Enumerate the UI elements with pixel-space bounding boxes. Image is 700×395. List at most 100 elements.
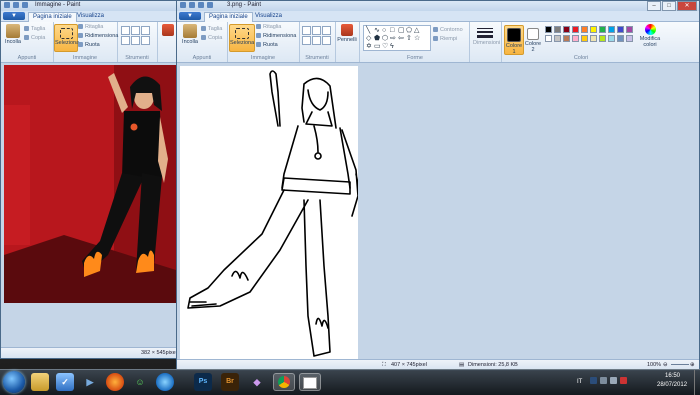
paint-icon[interactable] <box>299 373 321 391</box>
drawing-canvas[interactable] <box>180 66 358 362</box>
cut-button[interactable]: Taglia <box>201 26 222 32</box>
heart-shape-icon[interactable]: ♡ <box>382 43 388 50</box>
rounded-rect-shape-icon[interactable]: ▢ <box>398 27 405 34</box>
color-swatch[interactable] <box>572 35 579 42</box>
brushes-button[interactable]: Pennelli <box>336 24 358 43</box>
star-shape-icon[interactable]: ☆ <box>414 35 420 42</box>
polygon-shape-icon[interactable]: ⬠ <box>406 27 412 34</box>
file-menu-button[interactable]: ▼ <box>3 12 25 20</box>
undo-icon[interactable] <box>198 2 204 8</box>
photoshop-icon[interactable]: Ps <box>194 373 212 391</box>
color2-button[interactable]: Colore 2 <box>524 25 542 53</box>
chrome-icon[interactable] <box>273 373 295 391</box>
curve-shape-icon[interactable]: ∿ <box>374 27 380 34</box>
arrow-right-shape-icon[interactable]: ⇨ <box>390 35 396 42</box>
magnifier-icon[interactable] <box>141 36 150 45</box>
start-button[interactable] <box>3 371 25 393</box>
tab-view[interactable]: Visualizza <box>73 12 108 21</box>
color-swatch[interactable] <box>617 26 624 33</box>
triangle-shape-icon[interactable]: △ <box>414 27 419 34</box>
copy-button[interactable]: Copia <box>201 35 222 41</box>
tab-view[interactable]: Visualizza <box>251 12 286 21</box>
paint-app-icon[interactable] <box>4 2 10 8</box>
undo-icon[interactable] <box>22 2 28 8</box>
edit-colors-button[interactable]: Modifica colori <box>639 24 661 48</box>
show-desktop-button[interactable] <box>694 370 700 395</box>
language-indicator[interactable]: IT <box>577 379 582 385</box>
paste-button[interactable]: Incolla <box>3 24 23 45</box>
action-center-icon[interactable] <box>590 377 597 384</box>
eraser-icon[interactable] <box>302 36 311 45</box>
color-swatch[interactable] <box>581 26 588 33</box>
color-swatch[interactable] <box>545 35 552 42</box>
color1-button[interactable]: Colore 1 <box>504 25 524 55</box>
crop-button[interactable]: Ritaglia <box>256 24 281 30</box>
explorer-icon[interactable] <box>156 373 174 391</box>
callout-shape-icon[interactable]: ▭ <box>374 43 381 50</box>
text-icon[interactable] <box>322 26 331 35</box>
pentagon-shape-icon[interactable]: ⬟ <box>374 35 380 42</box>
color-swatch[interactable] <box>563 35 570 42</box>
messenger-icon[interactable]: ☺ <box>131 373 149 391</box>
file-menu-button[interactable]: ▼ <box>179 12 201 20</box>
close-button[interactable]: ✕ <box>677 1 697 11</box>
zoom-slider[interactable] <box>671 364 689 365</box>
arrow-left-shape-icon[interactable]: ⇦ <box>398 35 404 42</box>
star6-shape-icon[interactable]: ✡ <box>366 43 372 50</box>
pencil-icon[interactable] <box>121 26 130 35</box>
rectangle-shape-icon[interactable]: □ <box>390 27 394 34</box>
firefox-icon[interactable] <box>106 373 124 391</box>
select-button[interactable]: Seleziona <box>229 24 255 52</box>
media-player-icon[interactable]: ▶ <box>81 373 99 391</box>
outline-button[interactable]: Contorno <box>433 27 463 33</box>
resize-button[interactable]: Ridimensiona <box>256 33 296 39</box>
rotate-button[interactable]: Ruota <box>78 42 100 48</box>
color-picker-icon[interactable] <box>131 36 140 45</box>
photo-canvas[interactable] <box>4 65 176 303</box>
color-swatch[interactable] <box>626 35 633 42</box>
pencil-icon[interactable] <box>302 26 311 35</box>
paint-net-icon[interactable]: ◆ <box>248 373 266 391</box>
text-icon[interactable] <box>141 26 150 35</box>
title-bar[interactable]: 3.png - Paint – □ ✕ <box>177 1 699 11</box>
color-picker-icon[interactable] <box>312 36 321 45</box>
paint-app-icon[interactable] <box>180 2 186 8</box>
arrow-up-shape-icon[interactable]: ⇧ <box>406 35 412 42</box>
color-swatch[interactable] <box>572 26 579 33</box>
color-swatch[interactable] <box>599 35 606 42</box>
color-swatch[interactable] <box>554 35 561 42</box>
mail-icon[interactable]: ✓ <box>56 373 74 391</box>
copy-button[interactable]: Copia <box>24 35 45 41</box>
line-shape-icon[interactable]: ╲ <box>366 27 370 34</box>
size-button[interactable]: Dimensioni <box>473 26 500 46</box>
save-icon[interactable] <box>189 2 195 8</box>
diamond-shape-icon[interactable]: ◇ <box>366 35 371 42</box>
color-swatch[interactable] <box>617 35 624 42</box>
title-bar[interactable]: Immagine - Paint <box>1 1 177 11</box>
eraser-icon[interactable] <box>121 36 130 45</box>
zoom-out-button[interactable]: ⊖ <box>663 362 668 368</box>
color-swatch[interactable] <box>626 26 633 33</box>
hexagon-shape-icon[interactable]: ⬡ <box>382 35 388 42</box>
crop-button[interactable]: Ritaglia <box>78 24 103 30</box>
folder-icon[interactable] <box>31 373 49 391</box>
lightning-shape-icon[interactable]: ϟ <box>390 43 394 50</box>
oval-shape-icon[interactable]: ○ <box>382 27 386 34</box>
color-swatch[interactable] <box>608 26 615 33</box>
maximize-button[interactable]: □ <box>662 1 676 11</box>
color-swatch[interactable] <box>581 35 588 42</box>
network-icon[interactable] <box>600 377 607 384</box>
shapes-gallery[interactable]: ╲ ∿ ○ □ ▢ ⬠ △ ◇ ⬟ ⬡ ⇨ ⇦ ⇧ ☆ ✡ ▭ ♡ ϟ <box>363 25 431 51</box>
color-swatch[interactable] <box>590 35 597 42</box>
clock-date[interactable]: 28/07/2012 <box>657 382 687 388</box>
fill-icon[interactable] <box>312 26 321 35</box>
cut-button[interactable]: Taglia <box>24 26 45 32</box>
color-swatch[interactable] <box>545 26 552 33</box>
paste-button[interactable]: Incolla <box>180 24 200 45</box>
volume-icon[interactable] <box>610 377 617 384</box>
tray-app-icon[interactable] <box>620 377 627 384</box>
brushes-button[interactable] <box>159 24 177 37</box>
select-button[interactable]: Seleziona <box>54 24 79 52</box>
zoom-in-button[interactable]: ⊕ <box>690 362 695 368</box>
fill-button[interactable]: Riempi <box>433 36 457 42</box>
